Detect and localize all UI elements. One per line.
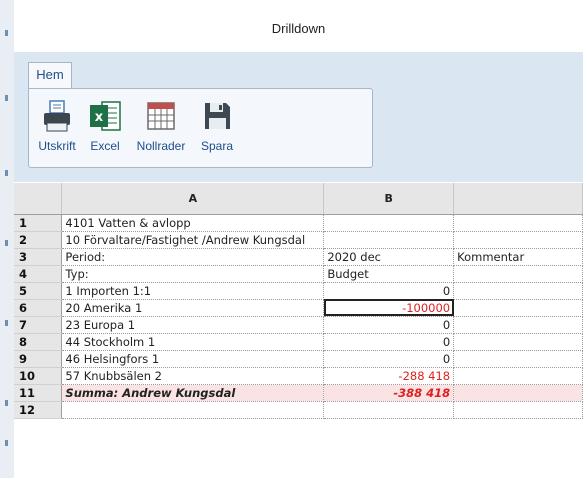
spreadsheet-grid: A B 1 4101 Vatten & avlopp 2 10 Förvalta… bbox=[14, 183, 583, 419]
excel-label: Excel bbox=[90, 139, 120, 153]
drilldown-window: Drilldown Hem Utskrift x Excel Nollrader… bbox=[14, 0, 583, 478]
row-header[interactable]: 2 bbox=[14, 231, 63, 249]
save-label: Spara bbox=[200, 139, 234, 153]
column-header-c[interactable] bbox=[453, 183, 583, 215]
table-row: 5 1 Importen 1:1 0 bbox=[14, 282, 583, 300]
table-row: 3 Period: 2020 dec Kommentar bbox=[14, 248, 583, 266]
cell-c[interactable] bbox=[453, 231, 583, 249]
printer-icon bbox=[44, 100, 70, 132]
print-button[interactable]: Utskrift bbox=[35, 99, 79, 159]
corner-cell[interactable] bbox=[14, 183, 63, 215]
table-row: 2 10 Förvaltare/Fastighet /Andrew Kungsd… bbox=[14, 231, 583, 249]
cell-c[interactable] bbox=[453, 282, 583, 300]
cell-a[interactable]: Summa: Andrew Kungsdal bbox=[61, 384, 325, 402]
active-cell-editor[interactable]: -100000 bbox=[323, 299, 455, 317]
table-row: 6 20 Amerika 1 -100000 bbox=[14, 299, 583, 317]
cell-a[interactable]: 57 Knubbsälen 2 bbox=[61, 367, 325, 385]
cell-b[interactable] bbox=[323, 214, 455, 232]
table-row: 1 4101 Vatten & avlopp bbox=[14, 214, 583, 232]
nollrader-button[interactable]: Nollrader bbox=[129, 99, 193, 159]
ribbon: Hem Utskrift x Excel Nollrader Spara bbox=[14, 52, 583, 182]
sheet-table: A B 1 4101 Vatten & avlopp 2 10 Förvalta… bbox=[14, 183, 583, 419]
row-header[interactable]: 9 bbox=[14, 350, 63, 368]
tab-hem[interactable]: Hem bbox=[28, 62, 72, 88]
cell-b[interactable]: 0 bbox=[323, 282, 455, 300]
cell-a[interactable]: 10 Förvaltare/Fastighet /Andrew Kungsdal bbox=[61, 231, 325, 249]
cell-a[interactable]: 23 Europa 1 bbox=[61, 316, 325, 334]
table-row: 12 bbox=[14, 401, 583, 419]
row-header[interactable]: 12 bbox=[14, 401, 63, 419]
table-row: 10 57 Knubbsälen 2 -288 418 bbox=[14, 367, 583, 385]
row-header[interactable]: 4 bbox=[14, 265, 63, 283]
cell-c[interactable] bbox=[453, 265, 583, 283]
cell-c[interactable] bbox=[453, 316, 583, 334]
cell-c[interactable] bbox=[453, 367, 583, 385]
save-button[interactable]: Spara bbox=[197, 99, 237, 159]
cell-b[interactable] bbox=[323, 231, 455, 249]
cell-c[interactable] bbox=[453, 401, 583, 419]
table-row: 7 23 Europa 1 0 bbox=[14, 316, 583, 334]
row-header[interactable]: 7 bbox=[14, 316, 63, 334]
row-header[interactable]: 11 bbox=[14, 384, 63, 402]
column-header-a[interactable]: A bbox=[61, 183, 325, 215]
row-header[interactable]: 6 bbox=[14, 299, 63, 317]
cell-b[interactable]: 0 bbox=[323, 333, 455, 351]
cell-c[interactable] bbox=[453, 333, 583, 351]
table-row: 8 44 Stockholm 1 0 bbox=[14, 333, 583, 351]
ribbon-panel: Utskrift x Excel Nollrader Spara bbox=[28, 88, 373, 168]
cell-a[interactable]: Period: bbox=[61, 248, 325, 266]
row-header[interactable]: 10 bbox=[14, 367, 63, 385]
save-icon bbox=[205, 103, 230, 129]
summary-row: 11 Summa: Andrew Kungsdal -388 418 bbox=[14, 384, 583, 402]
cell-c[interactable] bbox=[453, 299, 583, 317]
nollrader-label: Nollrader bbox=[136, 139, 186, 153]
cell-a[interactable]: 46 Helsingfors 1 bbox=[61, 350, 325, 368]
cell-c[interactable] bbox=[453, 384, 583, 402]
table-row: 9 46 Helsingfors 1 0 bbox=[14, 350, 583, 368]
column-header-b[interactable]: B bbox=[323, 183, 455, 215]
cell-a[interactable]: 44 Stockholm 1 bbox=[61, 333, 325, 351]
excel-icon: x bbox=[90, 101, 121, 131]
cell-a[interactable] bbox=[61, 401, 325, 419]
cell-a[interactable]: 4101 Vatten & avlopp bbox=[61, 214, 325, 232]
cell-b[interactable]: -288 418 bbox=[323, 367, 455, 385]
cell-b[interactable]: -388 418 bbox=[323, 384, 455, 402]
row-header[interactable]: 5 bbox=[14, 282, 63, 300]
table-row: 4 Typ: Budget bbox=[14, 265, 583, 283]
svg-text:x: x bbox=[95, 110, 104, 125]
cell-b[interactable] bbox=[323, 401, 455, 419]
row-header[interactable]: 3 bbox=[14, 248, 63, 266]
cell-b[interactable]: 2020 dec bbox=[323, 248, 455, 266]
excel-button[interactable]: x Excel bbox=[85, 99, 125, 159]
cell-a[interactable]: 1 Importen 1:1 bbox=[61, 282, 325, 300]
cell-b[interactable]: 0 bbox=[323, 316, 455, 334]
cell-c[interactable] bbox=[453, 214, 583, 232]
cell-b[interactable]: 0 bbox=[323, 350, 455, 368]
cell-c[interactable] bbox=[453, 350, 583, 368]
background-window-edge bbox=[0, 0, 15, 478]
print-label: Utskrift bbox=[38, 139, 76, 153]
cell-a[interactable]: 20 Amerika 1 bbox=[61, 299, 325, 317]
window-title: Drilldown bbox=[271, 21, 326, 36]
row-header[interactable]: 8 bbox=[14, 333, 63, 351]
grid-icon bbox=[147, 102, 175, 130]
title-bar: Drilldown bbox=[14, 0, 583, 53]
row-header[interactable]: 1 bbox=[14, 214, 63, 232]
cell-b[interactable]: Budget bbox=[323, 265, 455, 283]
cell-c[interactable]: Kommentar bbox=[453, 248, 583, 266]
cell-a[interactable]: Typ: bbox=[61, 265, 325, 283]
